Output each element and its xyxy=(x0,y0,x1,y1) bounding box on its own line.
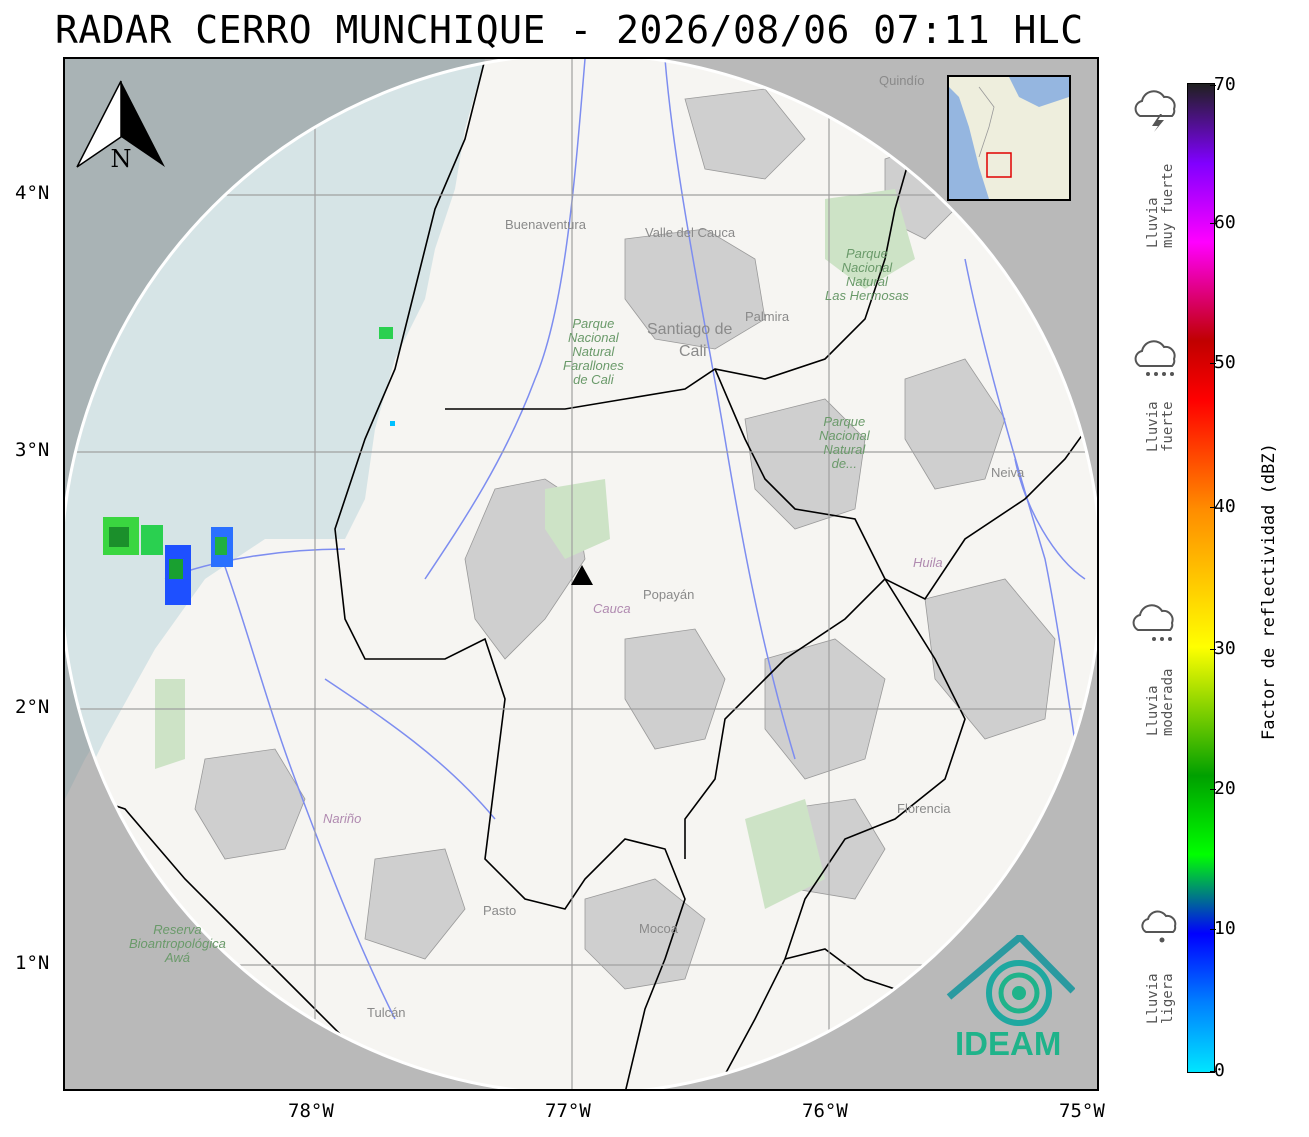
city-label: Palmira xyxy=(745,309,790,324)
park-label: Reserva Bioantropológica Awá xyxy=(129,922,226,965)
colorbar-tick: 50 xyxy=(1210,352,1236,373)
reflectivity-colorbar xyxy=(1187,83,1215,1073)
colorbar-tick: 0 xyxy=(1210,1060,1225,1081)
department-label: Cauca xyxy=(593,601,631,616)
colorbar-tick: 30 xyxy=(1210,638,1236,659)
colorbar-tick: 40 xyxy=(1210,496,1236,517)
colorbar-tick: 20 xyxy=(1210,778,1236,799)
rain-cloud-icon xyxy=(1132,604,1174,641)
city-label: Tulcán xyxy=(367,1005,406,1020)
ideam-logo-text: IDEAM xyxy=(955,1025,1062,1062)
region-label: Valle del Cauca xyxy=(645,225,736,240)
rain-category-label: Lluvia moderada xyxy=(1145,668,1176,736)
lat-label-3n: 3°N xyxy=(15,439,50,461)
inset-locator-map[interactable] xyxy=(947,75,1071,201)
colorbar-tick: 70 xyxy=(1210,74,1236,95)
city-label: Popayán xyxy=(643,587,695,602)
park-label: Parque Nacional Natural Farallones de Ca… xyxy=(563,316,624,387)
lat-label-1n: 1°N xyxy=(15,952,50,974)
city-label: Cali xyxy=(679,343,707,360)
colorbar-label: Factor de reflectividad (dBZ) xyxy=(1259,443,1279,740)
city-label: Mocoa xyxy=(639,921,679,936)
rain-category-label: Lluvia ligera xyxy=(1145,973,1176,1024)
lat-label-4n: 4°N xyxy=(15,182,50,204)
lon-label-77w: 77°W xyxy=(545,1100,591,1122)
lon-label-78w: 78°W xyxy=(288,1100,334,1122)
north-letter: N xyxy=(111,145,132,173)
park-label: Parque Nacional Natural Las Hermosas xyxy=(825,246,909,303)
park-label: Parque Nacional Natural de... xyxy=(819,414,870,471)
rain-category-label: Lluvia muy fuerte xyxy=(1145,163,1176,248)
city-label: Florencia xyxy=(897,801,951,816)
map-title: RADAR CERRO MUNCHIQUE - 2026/08/06 07:11… xyxy=(55,8,1084,52)
city-label: Buenaventura xyxy=(505,217,586,232)
department-label: Nariño xyxy=(323,811,362,826)
department-label: Huila xyxy=(913,555,943,570)
lat-label-2n: 2°N xyxy=(15,696,50,718)
city-label: Santiago de xyxy=(647,321,733,338)
city-label: Pasto xyxy=(483,903,517,918)
radar-map[interactable]: N Buenaventura Valle del Cauca Palmira S… xyxy=(63,57,1099,1091)
inset-map-canvas xyxy=(949,77,1069,199)
heavy-rain-cloud-icon xyxy=(1134,340,1176,376)
city-label: Quindío xyxy=(879,73,925,88)
lon-label-75w: 75°W xyxy=(1059,1100,1105,1122)
colorbar-tick: 60 xyxy=(1210,212,1236,233)
colorbar-tick: 10 xyxy=(1210,918,1236,939)
city-label: Neiva xyxy=(991,465,1025,480)
rain-category-label: Lluvia fuerte xyxy=(1145,401,1176,452)
light-rain-cloud-icon xyxy=(1141,910,1177,943)
lon-label-76w: 76°W xyxy=(802,1100,848,1122)
storm-cloud-icon xyxy=(1134,90,1176,132)
